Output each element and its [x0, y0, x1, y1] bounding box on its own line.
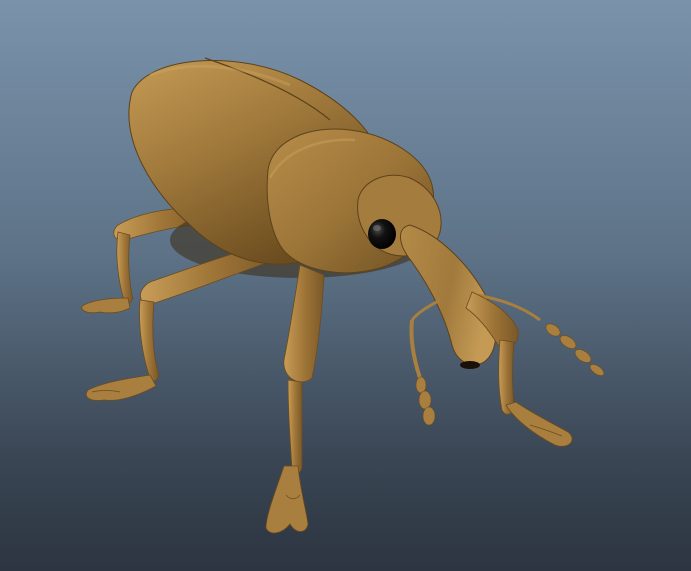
eye-icon — [368, 219, 396, 249]
eye-highlight — [373, 225, 381, 231]
3d-viewport[interactable] — [0, 0, 691, 571]
leg-front-center — [265, 264, 325, 534]
antenna-left — [409, 298, 441, 426]
leg-middle-left — [85, 241, 281, 401]
weevil-render — [81, 57, 605, 534]
mouth-tip — [460, 361, 480, 369]
leg-front-right — [465, 291, 573, 447]
